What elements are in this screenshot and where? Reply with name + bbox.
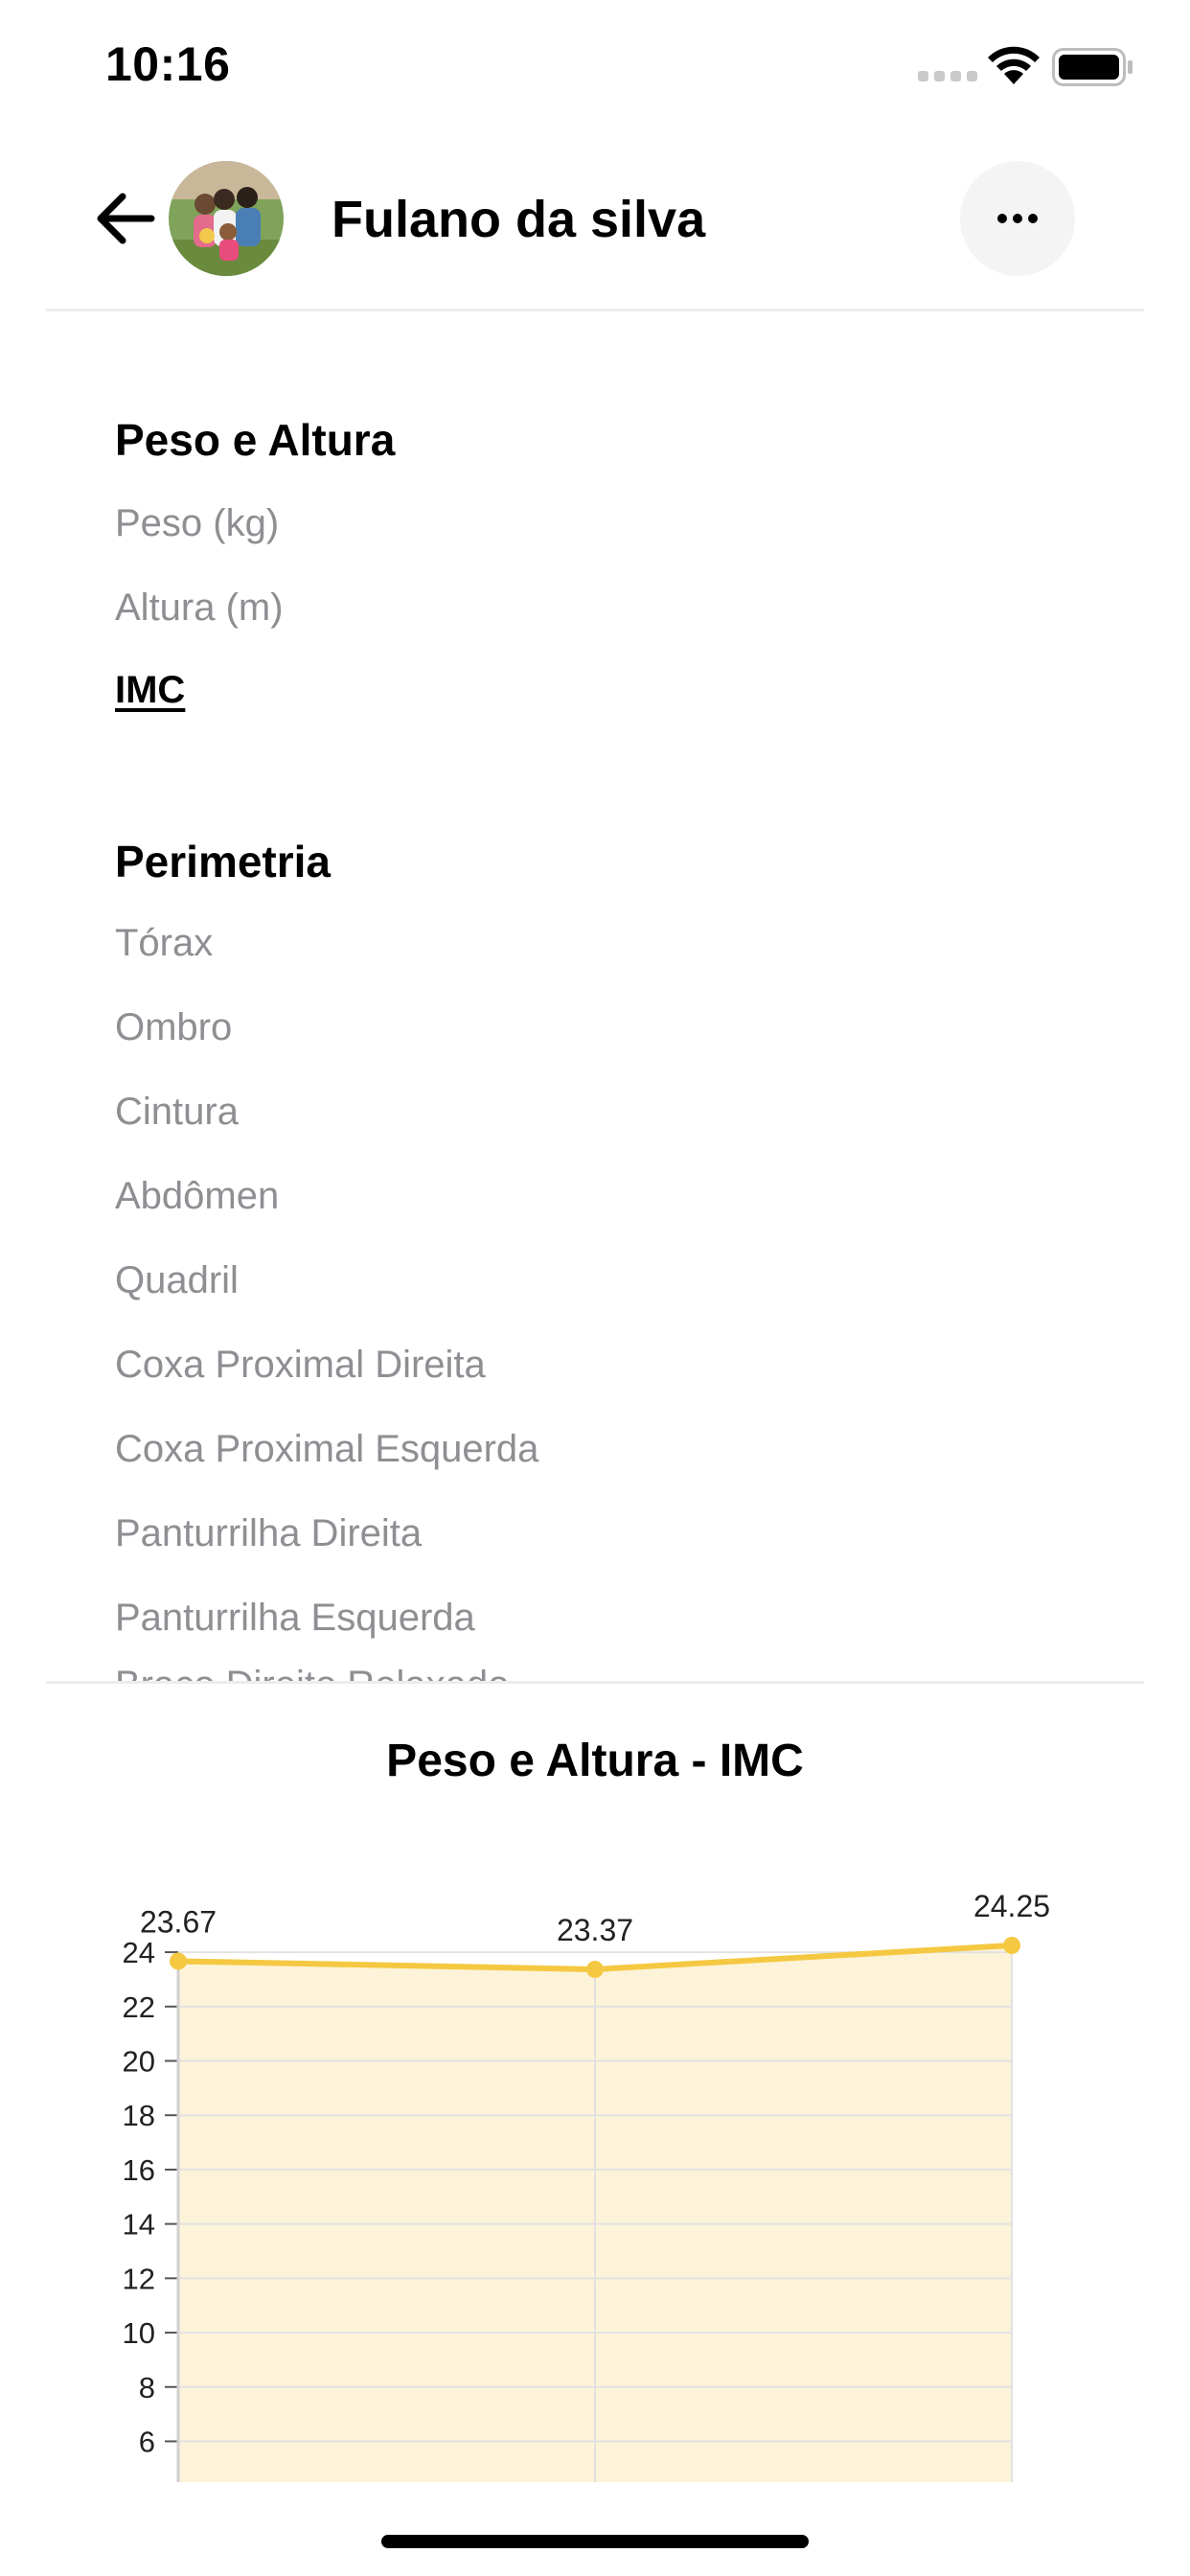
list-item-cintura[interactable]: Cintura	[115, 1091, 239, 1134]
section-title-peso-e-altura: Peso e Altura	[115, 415, 396, 465]
y-tick-label: 20	[123, 2045, 155, 2079]
y-tick-label: 24	[123, 1936, 155, 1969]
more-horizontal-icon	[997, 214, 1038, 223]
data-label: 23.37	[557, 1913, 633, 1947]
list-item-torax[interactable]: Tórax	[115, 922, 213, 965]
battery-icon	[1052, 48, 1133, 86]
y-tick-label: 22	[123, 1990, 155, 2024]
data-label: 23.67	[140, 1904, 217, 1939]
list-chart-divider	[46, 1681, 1144, 1684]
y-tick-label: 12	[123, 2262, 155, 2295]
y-tick-label: 6	[139, 2425, 155, 2458]
list-item-braco-direito-relaxado[interactable]: Braço Direito Relaxado	[115, 1664, 509, 1681]
patient-name-title: Fulano da silva	[332, 191, 706, 248]
list-item-coxa-proximal-esquerda[interactable]: Coxa Proximal Esquerda	[115, 1428, 538, 1471]
back-button[interactable]	[84, 184, 165, 253]
y-tick-label: 8	[139, 2371, 155, 2404]
arrow-left-icon	[97, 193, 155, 244]
list-item-imc-selected[interactable]: IMC	[115, 669, 185, 712]
list-item-panturrilha-esquerda[interactable]: Panturrilha Esquerda	[115, 1597, 475, 1640]
data-point	[1003, 1937, 1020, 1954]
list-item-altura[interactable]: Altura (m)	[115, 586, 284, 630]
metrics-list[interactable]: Peso e Altura Peso (kg) Altura (m) IMC P…	[0, 310, 1190, 1681]
cellular-signal-icon	[918, 71, 977, 81]
list-item-quadril[interactable]: Quadril	[115, 1259, 239, 1302]
data-label: 24.25	[973, 1889, 1050, 1923]
y-tick-label: 16	[123, 2153, 155, 2187]
status-time: 10:16	[105, 37, 231, 91]
list-item-panturrilha-direita[interactable]: Panturrilha Direita	[115, 1512, 422, 1555]
y-tick-label: 14	[123, 2208, 155, 2242]
wifi-icon	[988, 46, 1040, 84]
avatar[interactable]	[169, 161, 284, 276]
more-options-button[interactable]	[960, 161, 1075, 276]
list-item-coxa-proximal-direita[interactable]: Coxa Proximal Direita	[115, 1344, 486, 1387]
section-title-perimetria: Perimetria	[115, 837, 332, 886]
imc-line-chart: 24 22 20 18 16 14 12 10 8 6 23.67 23.37 24.25	[123, 1889, 1050, 2482]
data-point	[586, 1960, 604, 1978]
list-item-ombro[interactable]: Ombro	[115, 1006, 232, 1049]
home-indicator	[381, 2535, 809, 2548]
list-item-peso[interactable]: Peso (kg)	[115, 502, 279, 545]
list-item-abdomen[interactable]: Abdômen	[115, 1175, 279, 1218]
data-point	[170, 1952, 187, 1970]
chart-title: Peso e Altura - IMC	[386, 1736, 804, 1786]
family-photo-avatar-image	[169, 161, 284, 276]
y-tick-label: 18	[123, 2099, 155, 2132]
y-tick-label: 10	[123, 2316, 155, 2350]
